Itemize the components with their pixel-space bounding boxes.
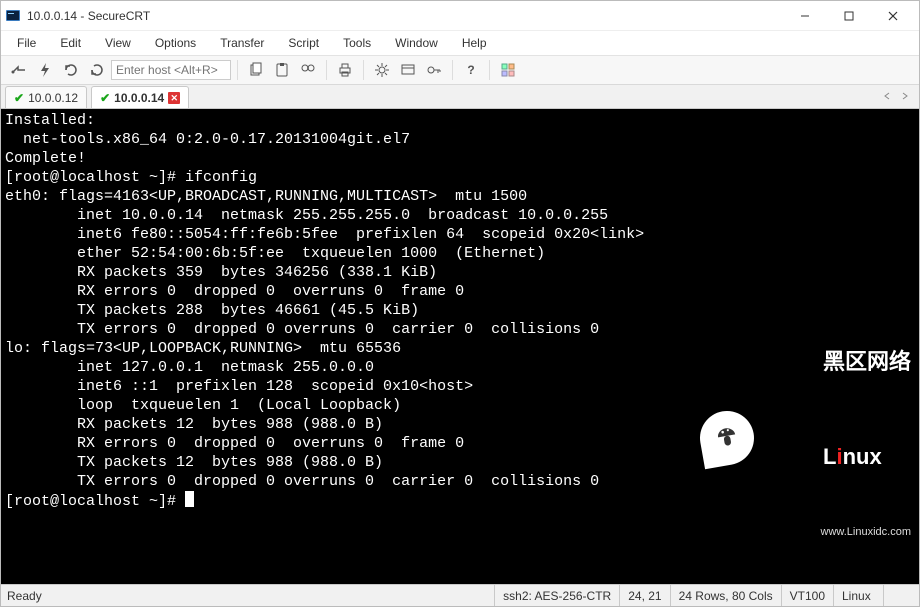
session-tab-1[interactable]: ✔ 10.0.0.12 (5, 86, 87, 108)
separator (326, 60, 327, 80)
help-button[interactable]: ? (459, 58, 483, 82)
session-tab-2[interactable]: ✔ 10.0.0.14 ✕ (91, 86, 189, 108)
status-cipher: ssh2: AES-256-CTR (494, 585, 619, 606)
menu-options[interactable]: Options (145, 34, 206, 52)
toolbar: ? (1, 55, 919, 85)
minimize-icon (800, 11, 810, 21)
find-button[interactable] (296, 58, 320, 82)
maximize-icon (844, 11, 854, 21)
window-title: 10.0.0.14 - SecureCRT (27, 9, 150, 23)
paste-button[interactable] (270, 58, 294, 82)
cursor (185, 491, 194, 507)
session-tab-label: 10.0.0.14 (114, 91, 164, 105)
chevron-right-icon (901, 92, 909, 100)
lightning-icon (37, 62, 53, 78)
paste-icon (274, 62, 290, 78)
app-icon (5, 8, 21, 24)
watermark-badge-icon (696, 406, 759, 469)
toggle-view-button[interactable] (496, 58, 520, 82)
menu-file[interactable]: File (7, 34, 46, 52)
find-icon (300, 62, 316, 78)
tab-prev-button[interactable] (879, 88, 895, 104)
status-proto1: VT100 (781, 585, 833, 606)
maximize-button[interactable] (827, 2, 871, 30)
separator (363, 60, 364, 80)
host-input[interactable] (111, 60, 231, 80)
options-button[interactable] (370, 58, 394, 82)
status-cursor-pos: 24, 21 (619, 585, 669, 606)
window-buttons (783, 2, 915, 30)
status-dimensions: 24 Rows, 80 Cols (670, 585, 781, 606)
watermark-url: www.Linuxidc.com (762, 523, 911, 542)
terminal-line: Installed: (5, 111, 915, 130)
menu-edit[interactable]: Edit (50, 34, 91, 52)
key-icon (426, 62, 442, 78)
print-icon (337, 62, 353, 78)
reconnect-button[interactable] (59, 58, 83, 82)
separator (237, 60, 238, 80)
menu-view[interactable]: View (95, 34, 141, 52)
disconnect-button[interactable] (85, 58, 109, 82)
close-button[interactable] (871, 2, 915, 30)
copy-icon (248, 62, 264, 78)
title-bar: 10.0.0.14 - SecureCRT (1, 1, 919, 31)
menu-transfer[interactable]: Transfer (210, 34, 274, 52)
terminal-line: [root@localhost ~]# ifconfig (5, 168, 915, 187)
terminal-line: inet6 fe80::5054:ff:fe6b:5fee prefixlen … (5, 225, 915, 244)
menu-window[interactable]: Window (385, 34, 448, 52)
terminal-line: inet 10.0.0.14 netmask 255.255.255.0 bro… (5, 206, 915, 225)
chevron-left-icon (883, 92, 891, 100)
menu-tools[interactable]: Tools (333, 34, 381, 52)
watermark-brand-en: Linux (762, 428, 911, 485)
session-tab-label: 10.0.0.12 (28, 91, 78, 105)
status-ready: Ready (7, 585, 50, 606)
help-icon: ? (467, 63, 474, 77)
separator (452, 60, 453, 80)
status-extra (883, 585, 913, 606)
status-proto2: Linux (833, 585, 883, 606)
print-button[interactable] (333, 58, 357, 82)
status-bar: Ready ssh2: AES-256-CTR 24, 21 24 Rows, … (1, 584, 919, 606)
menu-script[interactable]: Script (278, 34, 329, 52)
menu-help[interactable]: Help (452, 34, 497, 52)
watermark: 黑区网络 Linux www.Linuxidc.com (700, 295, 911, 580)
terminal-line: ether 52:54:00:6b:5f:ee txqueuelen 1000 … (5, 244, 915, 263)
close-icon (888, 11, 898, 21)
copy-button[interactable] (244, 58, 268, 82)
terminal-line: Complete! (5, 149, 915, 168)
watermark-brand: 黑区网络 (762, 333, 911, 390)
tab-close-button[interactable]: ✕ (168, 92, 180, 104)
terminal-line: eth0: flags=4163<UP,BROADCAST,RUNNING,MU… (5, 187, 915, 206)
minimize-button[interactable] (783, 2, 827, 30)
app-window: 10.0.0.14 - SecureCRT File Edit View Opt… (0, 0, 920, 607)
keys-button[interactable] (422, 58, 446, 82)
terminal[interactable]: Installed: net-tools.x86_64 0:2.0-0.17.2… (1, 109, 919, 584)
menu-bar: File Edit View Options Transfer Script T… (1, 31, 919, 55)
grid-icon (500, 62, 516, 78)
session-icon (400, 62, 416, 78)
separator (489, 60, 490, 80)
tab-nav (879, 88, 913, 104)
tab-next-button[interactable] (897, 88, 913, 104)
connect-icon (11, 62, 27, 78)
terminal-line: RX packets 359 bytes 346256 (338.1 KiB) (5, 263, 915, 282)
quick-connect-button[interactable] (33, 58, 57, 82)
connect-button[interactable] (7, 58, 31, 82)
connected-icon: ✔ (100, 91, 110, 105)
disconnect-icon (89, 62, 105, 78)
session-options-button[interactable] (396, 58, 420, 82)
reconnect-icon (63, 62, 79, 78)
session-tabs: ✔ 10.0.0.12 ✔ 10.0.0.14 ✕ (1, 85, 919, 109)
connected-icon: ✔ (14, 91, 24, 105)
terminal-line: net-tools.x86_64 0:2.0-0.17.20131004git.… (5, 130, 915, 149)
gear-icon (374, 62, 390, 78)
